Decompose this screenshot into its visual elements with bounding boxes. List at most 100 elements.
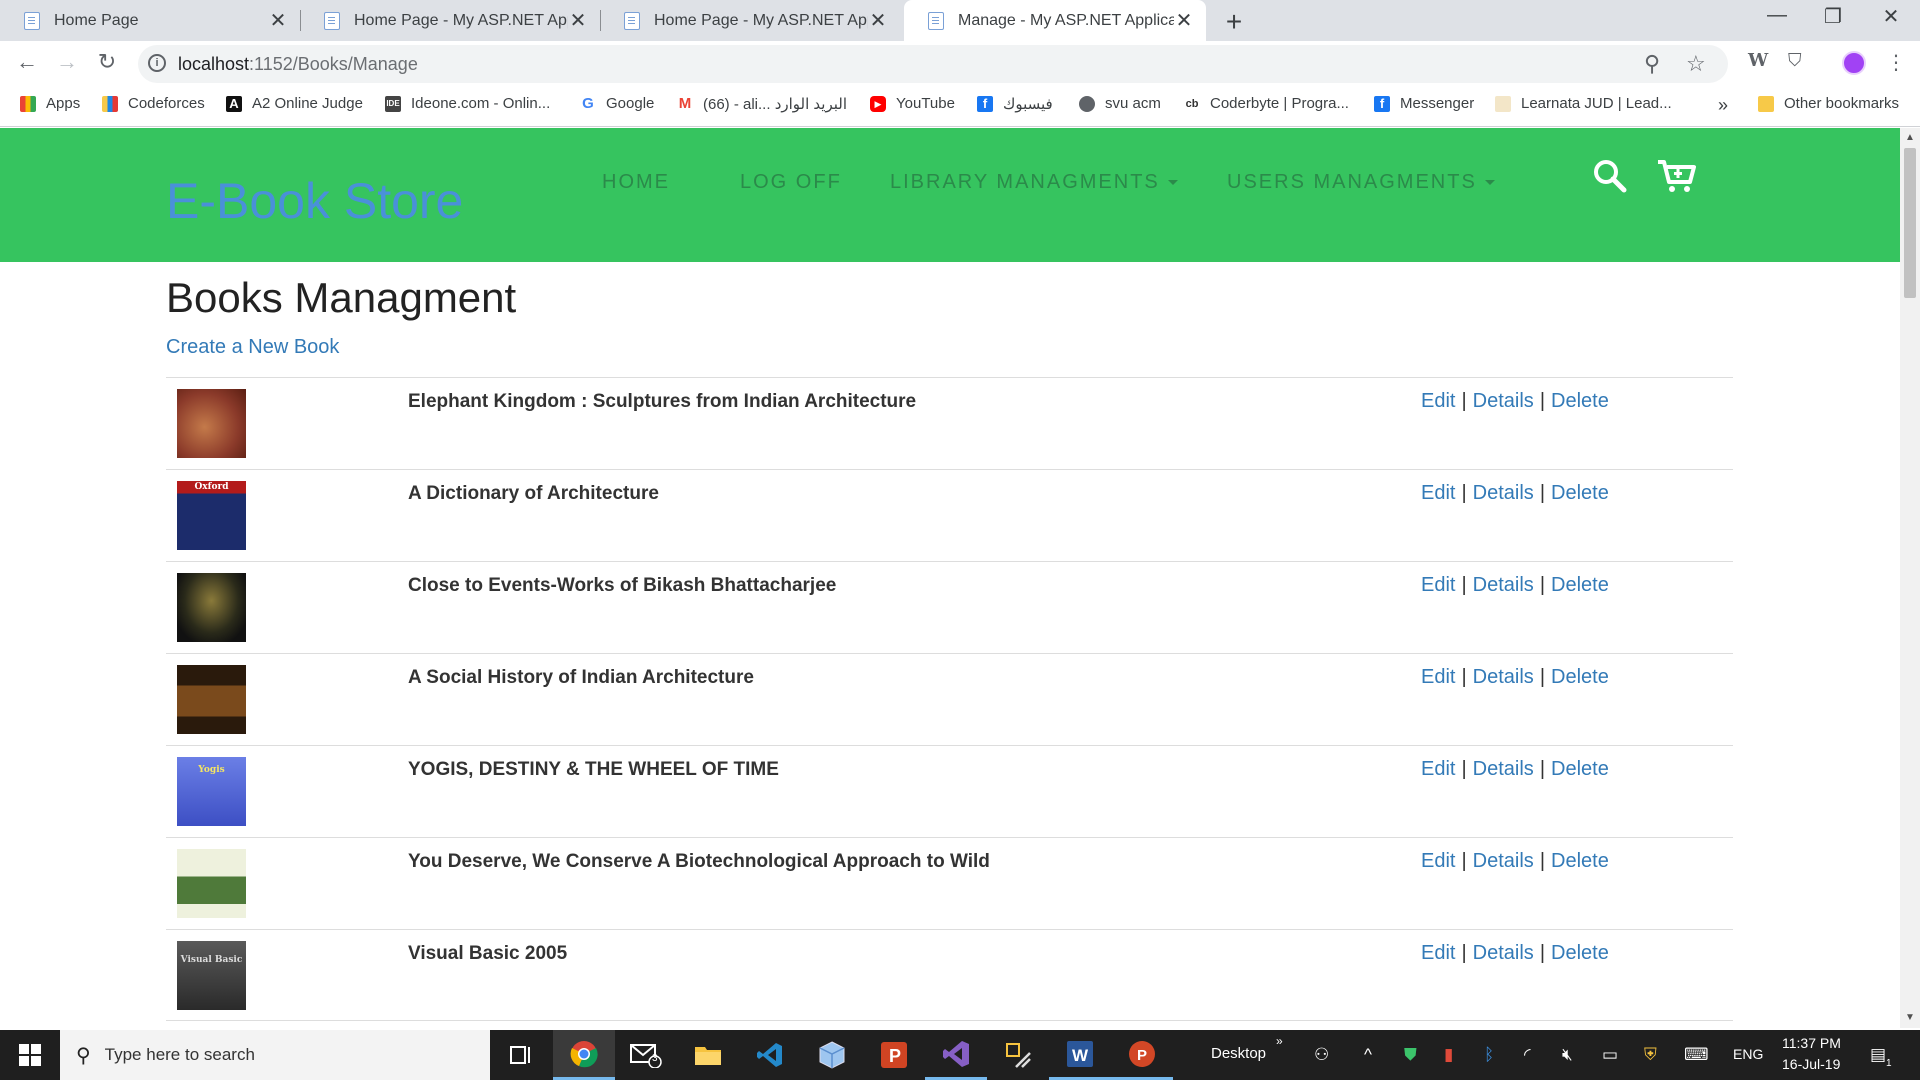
security-shield-icon[interactable]: ⛊ (1404, 1045, 1417, 1065)
delete-link[interactable]: Delete (1551, 390, 1609, 412)
edit-link[interactable]: Edit (1421, 666, 1455, 688)
other-bookmarks[interactable]: Other bookmarks (1758, 95, 1899, 112)
delete-link[interactable]: Delete (1551, 574, 1609, 596)
details-link[interactable]: Details (1473, 482, 1534, 504)
bookmark-messenger[interactable]: f Messenger (1374, 95, 1474, 112)
browser-menu-icon[interactable]: ⋮ (1886, 50, 1906, 75)
tab-close-icon[interactable]: ✕ (868, 8, 888, 33)
bookmark-learnata[interactable]: Learnata JUD | Lead... (1495, 95, 1672, 112)
search-icon[interactable] (1592, 158, 1628, 194)
toolbar-overflow-icon[interactable]: » (1276, 1034, 1283, 1048)
powerpoint-icon[interactable]: P (1111, 1030, 1173, 1080)
brand-logo[interactable]: E-Book Store (166, 172, 463, 230)
delete-link[interactable]: Delete (1551, 482, 1609, 504)
minimize-icon[interactable]: — (1752, 4, 1802, 27)
page-scrollbar[interactable]: ▲ ▼ (1900, 128, 1920, 1028)
vscode-icon[interactable] (739, 1030, 801, 1080)
scroll-down-icon[interactable]: ▼ (1905, 1012, 1915, 1023)
bookmark-coderbyte[interactable]: cb Coderbyte | Progra... (1184, 95, 1349, 112)
people-icon[interactable]: ⚇ (1314, 1045, 1329, 1065)
start-button[interactable] (0, 1030, 60, 1080)
language-indicator[interactable]: ENG (1733, 1046, 1763, 1062)
clock-time[interactable]: 11:37 PM (1782, 1035, 1841, 1051)
wifi-icon[interactable]: ◜ (1524, 1045, 1531, 1065)
restore-icon[interactable]: ❐ (1808, 4, 1858, 29)
bookmark-svu-acm[interactable]: svu acm (1079, 95, 1161, 112)
delete-link[interactable]: Delete (1551, 850, 1609, 872)
chrome-taskbar-icon[interactable] (553, 1030, 615, 1080)
virtualbox-icon[interactable] (801, 1030, 863, 1080)
bookmark-youtube[interactable]: ▶ YouTube (870, 95, 955, 112)
update-icon[interactable]: ⛨ (1644, 1045, 1657, 1065)
visual-studio-icon[interactable] (925, 1030, 987, 1080)
bookmark-a2[interactable]: A A2 Online Judge (226, 95, 363, 112)
edit-link[interactable]: Edit (1421, 942, 1455, 964)
volume-muted-icon[interactable]: 🔇︎ (1562, 1045, 1573, 1065)
powerpoint-p-icon[interactable]: P (863, 1030, 925, 1080)
back-icon[interactable]: ← (12, 49, 42, 75)
edit-link[interactable]: Edit (1421, 482, 1455, 504)
zoom-icon[interactable]: ⚲ (1644, 51, 1660, 77)
task-view-icon[interactable] (490, 1030, 552, 1080)
bookmark-star-icon[interactable]: ☆ (1686, 51, 1706, 77)
address-bar[interactable]: i localhost:1152/Books/Manage ⚲ ☆ (138, 45, 1728, 83)
cart-icon[interactable] (1656, 158, 1696, 194)
create-new-book-link[interactable]: Create a New Book (166, 336, 339, 359)
clock-date[interactable]: 16-Jul-19 (1782, 1056, 1840, 1072)
url-text[interactable]: localhost:1152/Books/Manage (178, 54, 418, 75)
profile-avatar[interactable] (1842, 51, 1866, 75)
shield-extension-icon[interactable]: ⛉ (1788, 50, 1802, 71)
tab-close-icon[interactable]: ✕ (568, 8, 588, 33)
details-link[interactable]: Details (1473, 390, 1534, 412)
delete-link[interactable]: Delete (1551, 666, 1609, 688)
bluetooth-icon[interactable]: ᛒ (1484, 1045, 1494, 1065)
details-link[interactable]: Details (1473, 666, 1534, 688)
desktop-toolbar-label[interactable]: Desktop (1211, 1045, 1266, 1062)
antivirus-icon[interactable]: ▮ (1444, 1045, 1453, 1065)
edit-link[interactable]: Edit (1421, 390, 1455, 412)
taskbar-search[interactable]: ⚲ Type here to search (60, 1030, 490, 1080)
nav-library-managments[interactable]: LIBRARY MANAGMENTS (890, 171, 1178, 194)
tab-close-icon[interactable]: ✕ (1174, 8, 1194, 33)
delete-link[interactable]: Delete (1551, 942, 1609, 964)
delete-link[interactable]: Delete (1551, 758, 1609, 780)
battery-icon[interactable]: ▭ (1602, 1045, 1618, 1065)
edit-link[interactable]: Edit (1421, 850, 1455, 872)
reload-icon[interactable]: ↻ (92, 49, 122, 75)
keyboard-icon[interactable]: ⌨ (1684, 1045, 1709, 1065)
bookmark-codeforces[interactable]: Codeforces (102, 95, 205, 112)
mail-taskbar-icon[interactable]: 3 (615, 1030, 677, 1080)
details-link[interactable]: Details (1473, 942, 1534, 964)
details-link[interactable]: Details (1473, 758, 1534, 780)
site-info-icon[interactable]: i (148, 54, 166, 72)
forward-icon[interactable]: → (52, 49, 82, 75)
details-link[interactable]: Details (1473, 574, 1534, 596)
tray-chevron-icon[interactable]: ^ (1364, 1045, 1372, 1065)
edit-link[interactable]: Edit (1421, 574, 1455, 596)
scroll-up-icon[interactable]: ▲ (1905, 132, 1915, 143)
tab-home-page[interactable]: Home Page ✕ (0, 0, 300, 41)
tab-home-page-3[interactable]: Home Page - My ASP.NET Applic ✕ (600, 0, 900, 41)
bookmarks-overflow-button[interactable]: » (1718, 95, 1728, 116)
file-explorer-icon[interactable] (677, 1030, 739, 1080)
action-center-icon[interactable]: ▤ (1870, 1045, 1886, 1065)
tab-close-icon[interactable]: ✕ (268, 8, 288, 33)
scrollbar-thumb[interactable] (1904, 148, 1916, 298)
tab-home-page-2[interactable]: Home Page - My ASP.NET Applic ✕ (300, 0, 600, 41)
bookmark-apps[interactable]: Apps (20, 95, 80, 112)
word-icon[interactable]: W (1049, 1030, 1111, 1080)
tab-manage[interactable]: Manage - My ASP.NET Applicatio ✕ (904, 0, 1206, 41)
bookmark-google[interactable]: G Google (580, 95, 654, 112)
nav-log-off[interactable]: LOG OFF (740, 171, 842, 194)
bookmark-ideone[interactable]: IDE Ideone.com - Onlin... (385, 95, 550, 112)
new-tab-icon[interactable]: + (1220, 6, 1248, 38)
extension-w-icon[interactable]: W (1748, 50, 1768, 71)
edit-link[interactable]: Edit (1421, 758, 1455, 780)
bookmark-facebook[interactable]: f فيسبوك (977, 95, 1053, 113)
nav-home[interactable]: HOME (602, 171, 670, 194)
build-tools-icon[interactable] (987, 1030, 1049, 1080)
nav-users-managments[interactable]: USERS MANAGMENTS (1227, 171, 1495, 194)
details-link[interactable]: Details (1473, 850, 1534, 872)
window-close-icon[interactable]: ✕ (1866, 4, 1916, 29)
bookmark-gmail[interactable]: M (66) - ali... البريد الوارد (677, 95, 847, 114)
